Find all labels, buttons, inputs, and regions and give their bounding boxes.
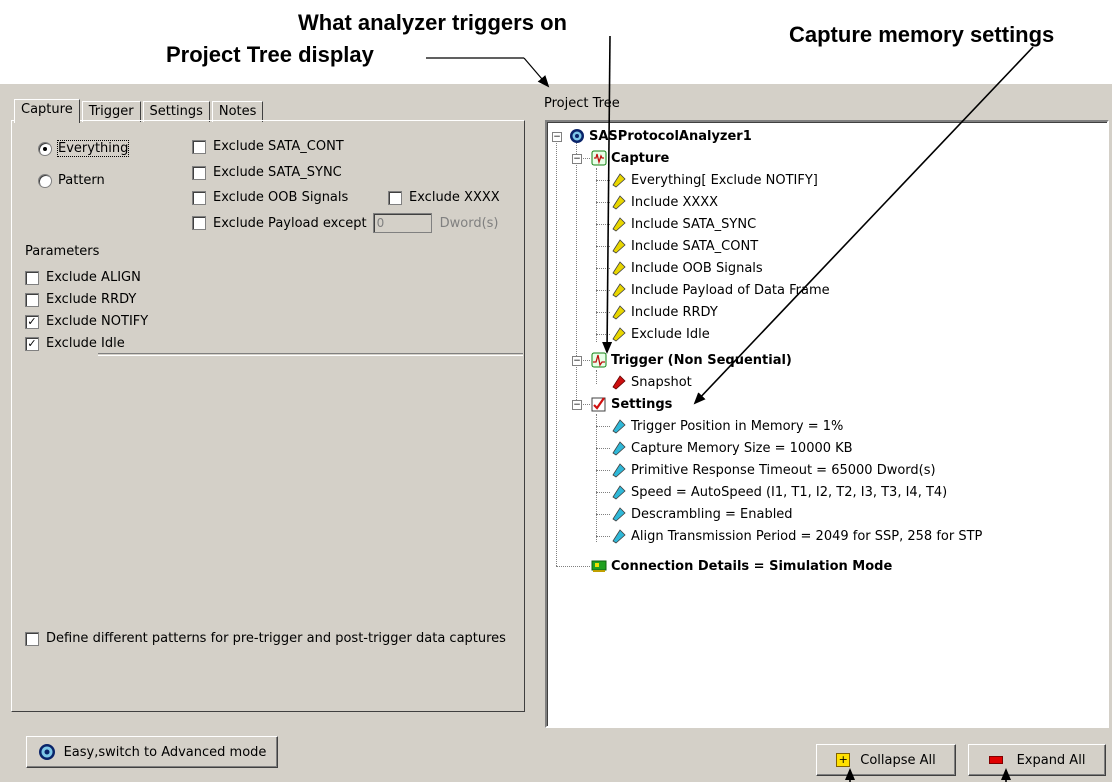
tree-capture-item[interactable]: Everything[ Exclude NOTIFY] bbox=[611, 170, 818, 190]
cyan-tag-icon bbox=[612, 463, 626, 478]
tree-connection[interactable]: Connection Details = Simulation Mode bbox=[591, 556, 892, 576]
tree-capture-item[interactable]: Include Payload of Data Frame bbox=[611, 280, 830, 300]
tree-capture-item[interactable]: Include OOB Signals bbox=[611, 258, 763, 278]
checkbox-box bbox=[192, 165, 206, 180]
tree-settings-item[interactable]: Speed = AutoSpeed (I1, T1, I2, T2, I3, T… bbox=[611, 482, 947, 502]
callout-tree-display: Project Tree display bbox=[166, 42, 374, 67]
tab-notes[interactable]: Notes bbox=[211, 101, 264, 122]
plus-icon: + bbox=[836, 753, 851, 767]
parameters-label: Parameters bbox=[25, 244, 100, 259]
radio-pattern[interactable]: Pattern bbox=[38, 173, 105, 188]
tree-settings-item[interactable]: Primitive Response Timeout = 65000 Dword… bbox=[611, 460, 936, 480]
checkbox-exclude-idle[interactable]: ✓ Exclude Idle bbox=[25, 336, 125, 351]
tree-trigger-snapshot[interactable]: Snapshot bbox=[611, 372, 692, 392]
checkbox-exclude-align[interactable]: Exclude ALIGN bbox=[25, 270, 141, 285]
yellow-tag-icon bbox=[612, 327, 626, 342]
checkmark-icon: ✓ bbox=[25, 314, 39, 329]
yellow-tag-icon bbox=[612, 173, 626, 188]
advanced-mode-button[interactable]: Easy,switch to Advanced mode bbox=[26, 736, 278, 768]
radio-everything[interactable]: Everything bbox=[38, 140, 130, 157]
callout-capture-memory: Capture memory settings bbox=[789, 22, 1055, 47]
capture-waveform-icon bbox=[591, 150, 607, 166]
yellow-tag-icon bbox=[612, 239, 626, 254]
tree-settings-item[interactable]: Align Transmission Period = 2049 for SSP… bbox=[611, 526, 982, 546]
cyan-tag-icon bbox=[612, 529, 626, 544]
project-tree-label: Project Tree bbox=[544, 96, 620, 111]
checkbox-box bbox=[25, 292, 39, 307]
checkbox-exclude-rrdy[interactable]: Exclude RRDY bbox=[25, 292, 136, 307]
checkbox-box bbox=[388, 190, 402, 205]
radio-icon bbox=[38, 173, 52, 188]
red-tag-icon bbox=[612, 375, 626, 390]
checkbox-exclude-sata-cont[interactable]: Exclude SATA_CONT bbox=[192, 139, 344, 154]
checkmark-icon: ✓ bbox=[25, 336, 39, 351]
capture-tab-body bbox=[11, 120, 525, 712]
yellow-tag-icon bbox=[612, 217, 626, 232]
checkbox-define-patterns[interactable]: Define different patterns for pre-trigge… bbox=[25, 631, 506, 646]
analyzer-icon bbox=[38, 744, 55, 760]
expand-all-button[interactable]: Expand All bbox=[968, 744, 1106, 776]
settings-checklist-icon bbox=[591, 397, 606, 412]
tree-settings-item[interactable]: Trigger Position in Memory = 1% bbox=[611, 416, 843, 436]
tree-capture-item[interactable]: Include SATA_CONT bbox=[611, 236, 758, 256]
collapse-trigger-toggle[interactable]: − bbox=[572, 356, 582, 366]
tree-capture-item[interactable]: Include SATA_SYNC bbox=[611, 214, 756, 234]
cyan-tag-icon bbox=[612, 419, 626, 434]
callout-triggers: What analyzer triggers on bbox=[298, 10, 567, 35]
trigger-waveform-icon bbox=[591, 352, 607, 368]
collapse-settings-toggle[interactable]: − bbox=[572, 400, 582, 410]
tree-root[interactable]: SASProtocolAnalyzer1 bbox=[569, 126, 752, 146]
checkbox-exclude-notify[interactable]: ✓ Exclude NOTIFY bbox=[25, 314, 148, 329]
collapse-all-button[interactable]: + Collapse All bbox=[816, 744, 956, 776]
yellow-tag-icon bbox=[612, 195, 626, 210]
payload-dword-input[interactable]: 0 bbox=[372, 213, 432, 233]
checkbox-exclude-oob[interactable]: Exclude OOB Signals bbox=[192, 190, 348, 205]
tab-strip: Capture Trigger Settings Notes bbox=[14, 99, 265, 123]
cyan-tag-icon bbox=[612, 507, 626, 522]
payload-unit-label: Dword(s) bbox=[439, 215, 499, 231]
tree-trigger[interactable]: Trigger (Non Sequential) bbox=[591, 350, 792, 370]
checkbox-exclude-xxxx[interactable]: Exclude XXXX bbox=[388, 190, 500, 205]
checkbox-box bbox=[192, 190, 206, 205]
checkbox-exclude-sata-sync[interactable]: Exclude SATA_SYNC bbox=[192, 165, 342, 180]
checkbox-box bbox=[25, 270, 39, 285]
tree-settings-item[interactable]: Capture Memory Size = 10000 KB bbox=[611, 438, 853, 458]
checkbox-box bbox=[192, 216, 206, 230]
cyan-tag-icon bbox=[612, 485, 626, 500]
connection-card-icon bbox=[591, 560, 607, 572]
parameters-divider bbox=[98, 353, 523, 356]
collapse-capture-toggle[interactable]: − bbox=[572, 154, 582, 164]
tree-settings[interactable]: Settings bbox=[591, 394, 672, 414]
tree-settings-item[interactable]: Descrambling = Enabled bbox=[611, 504, 793, 524]
checkbox-box bbox=[192, 139, 206, 154]
collapse-root-toggle[interactable]: − bbox=[552, 132, 562, 142]
tab-trigger[interactable]: Trigger bbox=[81, 101, 141, 122]
minus-icon bbox=[988, 756, 1003, 764]
radio-selected-icon bbox=[38, 141, 52, 156]
tree-capture-item[interactable]: Exclude Idle bbox=[611, 324, 710, 344]
yellow-tag-icon bbox=[612, 261, 626, 276]
checkbox-box bbox=[25, 631, 39, 646]
tab-capture[interactable]: Capture bbox=[14, 99, 80, 123]
cyan-tag-icon bbox=[612, 441, 626, 456]
analyzer-icon bbox=[570, 129, 584, 143]
tab-settings[interactable]: Settings bbox=[142, 101, 210, 122]
project-tree[interactable]: − SASProtocolAnalyzer1 − Capture Everyth… bbox=[545, 120, 1109, 728]
tree-capture-item[interactable]: Include XXXX bbox=[611, 192, 718, 212]
yellow-tag-icon bbox=[612, 283, 626, 298]
yellow-tag-icon bbox=[612, 305, 626, 320]
tree-capture-item[interactable]: Include RRDY bbox=[611, 302, 718, 322]
settings-pane: Capture Trigger Settings Notes Everythin… bbox=[0, 95, 528, 712]
tree-capture[interactable]: Capture bbox=[591, 148, 669, 168]
checkbox-exclude-payload[interactable]: Exclude Payload except 0 Dword(s) bbox=[192, 213, 499, 233]
